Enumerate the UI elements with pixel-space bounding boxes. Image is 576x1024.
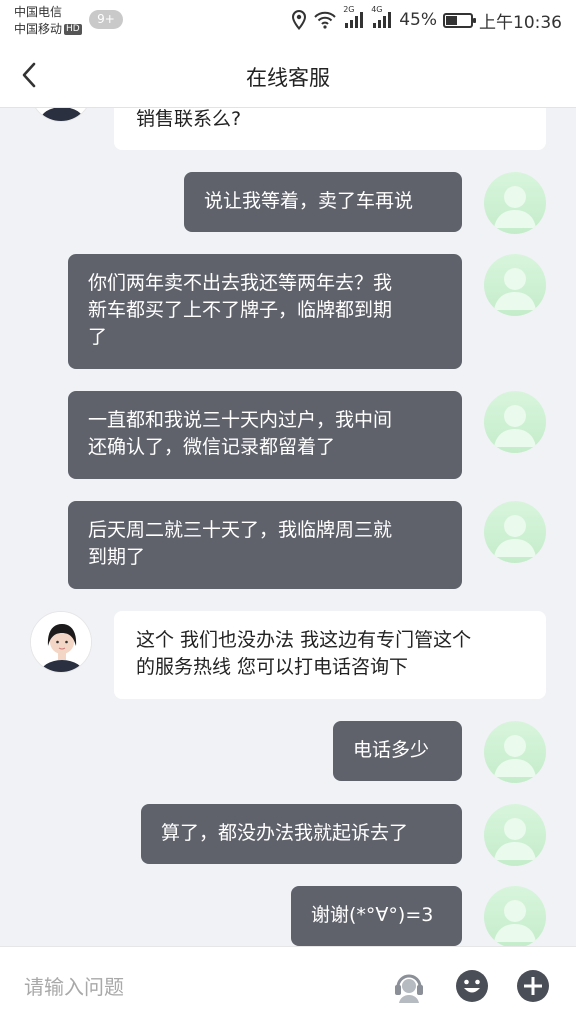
chat-message-user: 电话多少 (333, 721, 462, 781)
user-avatar (484, 254, 546, 316)
hd-badge: HD (64, 24, 82, 35)
emoji-button[interactable] (453, 967, 491, 1005)
clock: 上午10:36 (479, 12, 562, 33)
message-line: 这个 我们也没办法 我这边有专门管这个 (136, 629, 472, 651)
status-icons: 2G 4G 45% 上午10:36 (291, 5, 562, 33)
chat-message-user: 算了，都没办法我就起诉去了 (141, 804, 462, 864)
emoji-icon (456, 970, 488, 1002)
message-line: 说让我等着，卖了车再说 (204, 190, 414, 212)
message-line: 还确认了，微信记录都留着了 (88, 436, 336, 458)
message-line: 谢谢(*°∀°)=3 (311, 904, 434, 926)
agent-avatar (30, 108, 92, 122)
battery-fill (446, 15, 457, 25)
chat-message-user: 说让我等着，卖了车再说 (184, 172, 462, 232)
location-icon (291, 10, 307, 30)
user-avatar (484, 804, 546, 866)
network-2-label: 4G (371, 5, 383, 14)
status-bar: 中国电信 中国移动 HD 9+ 2G 4G 45% 上午10:36 (0, 0, 576, 42)
add-button[interactable] (514, 967, 552, 1005)
message-line: 你们两年卖不出去我还等两年去？我 (88, 272, 393, 294)
agent-avatar (30, 611, 92, 673)
nav-bar: 在线客服 (0, 42, 576, 108)
chat-message-agent: 这个 我们也没办法 我这边有专门管这个 的服务热线 您可以打电话咨询下 (114, 611, 546, 699)
network-1-label: 2G (343, 5, 355, 14)
customer-service-button[interactable] (390, 967, 428, 1005)
battery-icon (443, 12, 476, 28)
message-line: 销售联系么? (136, 108, 242, 130)
notification-badge: 9+ (89, 10, 123, 29)
carrier-1: 中国电信 (14, 5, 63, 19)
message-line: 新车都买了上不了牌子，临牌都到期 (88, 299, 393, 321)
chat-area[interactable]: 销售联系么? 说让我等着，卖了车再说 你们两年卖不出去我还等两年去？我 新车都买… (0, 108, 576, 946)
question-input[interactable]: 请输入问题 (24, 971, 124, 1000)
chat-message-user: 一直都和我说三十天内过户，我中间 还确认了，微信记录都留着了 (68, 391, 462, 479)
battery-percent: 45% (399, 10, 437, 30)
message-line: 一直都和我说三十天内过户，我中间 (88, 409, 393, 431)
user-avatar (484, 391, 546, 453)
signal-icon-1: 2G (343, 5, 365, 29)
user-avatar (484, 886, 546, 946)
chat-message-user: 谢谢(*°∀°)=3 (291, 886, 462, 946)
message-line: 的服务热线 您可以打电话咨询下 (136, 656, 409, 678)
input-bar: 请输入问题 (0, 946, 576, 1024)
chat-message-user: 你们两年卖不出去我还等两年去？我 新车都买了上不了牌子，临牌都到期 了 (68, 254, 462, 369)
wifi-icon (313, 11, 337, 29)
signal-icon-2: 4G (371, 5, 393, 29)
customer-service-icon (395, 974, 423, 1003)
message-line: 电话多少 (353, 739, 430, 761)
message-line: 了 (88, 326, 108, 348)
carrier-2: 中国移动 (14, 22, 63, 36)
plus-icon (517, 970, 549, 1002)
chat-message-user: 后天周二就三十天了，我临牌周三就 到期了 (68, 501, 462, 589)
user-avatar (484, 172, 546, 234)
message-line: 到期了 (88, 546, 146, 568)
message-line: 后天周二就三十天了，我临牌周三就 (88, 519, 393, 541)
user-avatar (484, 501, 546, 563)
message-line: 算了，都没办法我就起诉去了 (161, 822, 409, 844)
user-avatar (484, 721, 546, 783)
carrier-info: 中国电信 中国移动 HD (14, 4, 82, 38)
page-title: 在线客服 (246, 66, 330, 90)
chat-message-agent: 销售联系么? (114, 108, 546, 150)
